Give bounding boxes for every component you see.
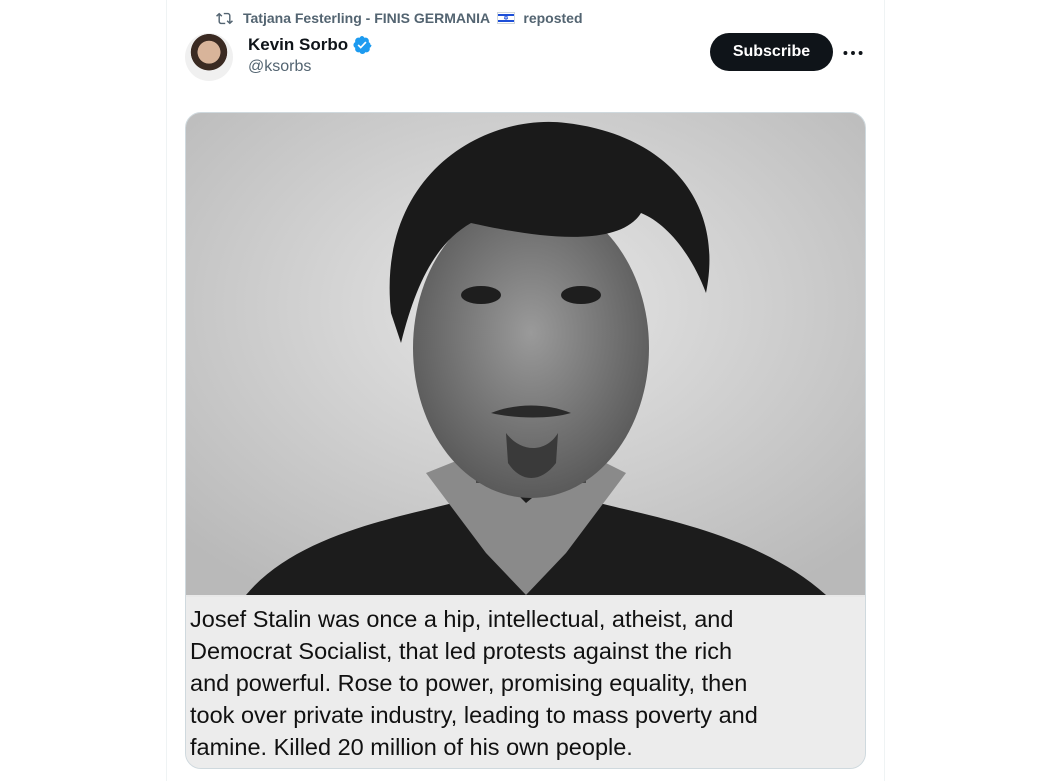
reposted-label: reposted: [523, 10, 583, 26]
more-dots-icon: [843, 51, 863, 55]
caption-line: famine. Killed 20 million of his own peo…: [190, 734, 633, 760]
caption-line: and powerful. Rose to power, promising e…: [190, 670, 748, 696]
reposter-name[interactable]: Tatjana Festerling - FINIS GERMANIA: [243, 10, 490, 26]
author-avatar[interactable]: [185, 33, 233, 81]
repost-text: Tatjana Festerling - FINIS GERMANIA ✡ re…: [243, 10, 583, 26]
caption-line: took over private industry, leading to m…: [190, 702, 758, 728]
more-options-button[interactable]: [840, 40, 866, 66]
caption-line: Josef Stalin was once a hip, intellectua…: [190, 606, 734, 632]
subscribe-button[interactable]: Subscribe: [710, 33, 833, 71]
israel-flag-icon: ✡: [497, 12, 516, 24]
repost-indicator[interactable]: Tatjana Festerling - FINIS GERMANIA ✡ re…: [216, 8, 583, 28]
post-media[interactable]: Josef Stalin was once a hip, intellectua…: [185, 112, 866, 769]
verified-badge-icon: [353, 36, 372, 54]
author-handle[interactable]: @ksorbs: [248, 58, 311, 76]
caption-line: Democrat Socialist, that led protests ag…: [190, 638, 733, 664]
portrait-photo: [186, 113, 865, 595]
image-caption: Josef Stalin was once a hip, intellectua…: [186, 597, 865, 768]
author-name[interactable]: Kevin Sorbo: [248, 35, 348, 55]
author-name-row[interactable]: Kevin Sorbo: [248, 35, 372, 55]
repost-icon: [216, 12, 233, 24]
